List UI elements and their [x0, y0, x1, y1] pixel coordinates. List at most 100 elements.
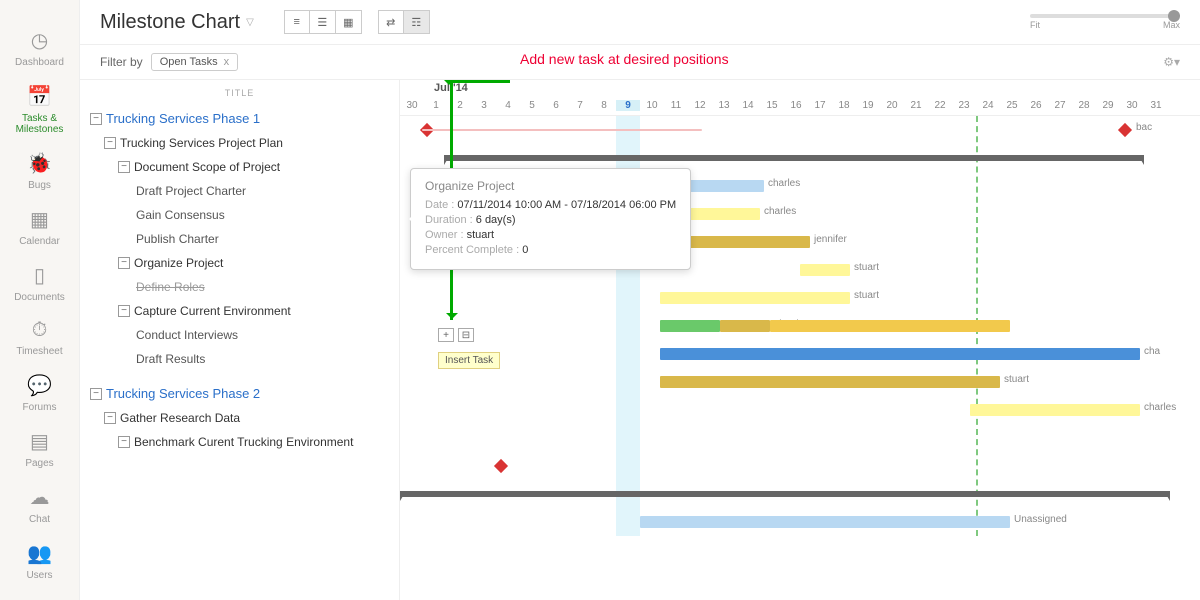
- collapse-toggle-icon[interactable]: −: [90, 113, 102, 125]
- task-row[interactable]: Draft Project Charter: [80, 179, 399, 203]
- task-row[interactable]: −Organize Project: [80, 251, 399, 275]
- day-cell: 12: [688, 100, 712, 111]
- milestone-diamond-icon[interactable]: [1118, 123, 1132, 137]
- view-grid-button[interactable]: ▦: [336, 10, 362, 34]
- day-cell: 19: [856, 100, 880, 111]
- sidebar-item-tasks[interactable]: 📅 Tasks & Milestones: [0, 76, 79, 143]
- gantt-bar[interactable]: [660, 292, 850, 304]
- gantt-bar[interactable]: [770, 320, 1010, 332]
- task-row[interactable]: Define Roles: [80, 275, 399, 299]
- sidebar-item-chat[interactable]: ☁Chat: [0, 477, 79, 533]
- sidebar-item-calendar[interactable]: ▦Calendar: [0, 199, 79, 255]
- day-cell: 30: [1120, 100, 1144, 111]
- sidebar-label: Chat: [29, 514, 50, 525]
- gantt-bar[interactable]: [640, 516, 1010, 528]
- sidebar-item-users[interactable]: 👥Users: [0, 533, 79, 589]
- day-cell: 4: [496, 100, 520, 111]
- task-label: Draft Results: [136, 352, 205, 366]
- gantt-summary-bar[interactable]: [444, 155, 1144, 161]
- collapse-toggle-icon[interactable]: −: [118, 436, 130, 448]
- collapse-toggle-icon[interactable]: −: [118, 305, 130, 317]
- gantt-bar[interactable]: [660, 376, 1000, 388]
- task-label: Gather Research Data: [120, 411, 240, 425]
- task-row[interactable]: −Document Scope of Project: [80, 155, 399, 179]
- gantt-bar-label: charles: [1144, 402, 1176, 413]
- day-cell: 6: [544, 100, 568, 111]
- day-cell: 28: [1072, 100, 1096, 111]
- view-gantt-button[interactable]: ☶: [404, 10, 430, 34]
- task-row[interactable]: −Gather Research Data: [80, 406, 399, 430]
- task-row[interactable]: [80, 371, 399, 381]
- sidebar-label: Tasks & Milestones: [4, 113, 75, 135]
- task-row[interactable]: −Benchmark Curent Trucking Environment: [80, 430, 399, 454]
- gantt-bar[interactable]: [660, 348, 1140, 360]
- task-row[interactable]: Gain Consensus: [80, 203, 399, 227]
- sidebar-item-forums[interactable]: 💬Forums: [0, 365, 79, 421]
- task-row[interactable]: −Trucking Services Phase 1: [80, 106, 399, 131]
- task-label: Draft Project Charter: [136, 184, 246, 198]
- task-row[interactable]: Draft Results: [80, 347, 399, 371]
- insert-task-buttons: + ⊟: [438, 328, 474, 342]
- collapse-toggle-icon[interactable]: −: [104, 137, 116, 149]
- gantt-summary-bar[interactable]: [400, 491, 1170, 497]
- topbar: Milestone Chart ▽ ≡ ☰ ▦ ⇄ ☶ FitMax: [80, 0, 1200, 45]
- task-label: Document Scope of Project: [134, 160, 280, 174]
- sidebar-item-pages[interactable]: ▤ Pages: [0, 421, 79, 477]
- sidebar-item-timesheet[interactable]: ⏱ Timesheet: [0, 311, 79, 365]
- insert-subtask-button[interactable]: ⊟: [458, 328, 474, 342]
- gantt-bar[interactable]: [970, 404, 1140, 416]
- gantt-bar-label: charles: [764, 206, 796, 217]
- tooltip-duration-label: Duration :: [425, 214, 473, 226]
- day-cell: 27: [1048, 100, 1072, 111]
- sidebar-item-documents[interactable]: ▯Documents: [0, 255, 79, 311]
- task-row[interactable]: Publish Charter: [80, 227, 399, 251]
- tasks-icon: 📅: [27, 84, 52, 109]
- filter-chip-remove-icon[interactable]: x: [224, 56, 230, 68]
- filter-chip-text: Open Tasks: [160, 56, 218, 68]
- day-cell: 13: [712, 100, 736, 111]
- zoom-slider[interactable]: FitMax: [1030, 14, 1180, 30]
- sidebar-item-dashboard[interactable]: ◷Dashboard: [0, 20, 79, 76]
- day-cell: 26: [1024, 100, 1048, 111]
- view-compact-button[interactable]: ⇄: [378, 10, 404, 34]
- sidebar-label: Dashboard: [15, 57, 64, 68]
- gantt-bar[interactable]: [800, 264, 850, 276]
- gantt-bar[interactable]: [660, 320, 720, 332]
- day-cell: 21: [904, 100, 928, 111]
- filter-chip[interactable]: Open Tasks x: [151, 53, 238, 71]
- collapse-toggle-icon[interactable]: −: [118, 257, 130, 269]
- task-row[interactable]: −Capture Current Environment: [80, 299, 399, 323]
- task-row[interactable]: Conduct Interviews: [80, 323, 399, 347]
- tooltip-percent-value: 0: [522, 244, 528, 256]
- day-cell: 22: [928, 100, 952, 111]
- collapse-toggle-icon[interactable]: −: [118, 161, 130, 173]
- task-row[interactable]: −Trucking Services Phase 2: [80, 381, 399, 406]
- day-cell: 9: [616, 100, 640, 111]
- pages-icon: ▤: [30, 429, 49, 454]
- gantt-bar-label: stuart: [854, 262, 879, 273]
- view-list-button[interactable]: ≡: [284, 10, 310, 34]
- settings-gear-icon[interactable]: ⚙▾: [1163, 55, 1180, 69]
- milestone-diamond-icon[interactable]: [494, 459, 508, 473]
- sidebar-label: Pages: [25, 458, 53, 469]
- sidebar-label: Timesheet: [16, 346, 62, 357]
- zoom-handle[interactable]: [1168, 10, 1180, 22]
- task-row[interactable]: −Trucking Services Project Plan: [80, 131, 399, 155]
- gantt-bar[interactable]: [720, 320, 770, 332]
- sidebar-label: Forums: [23, 402, 57, 413]
- gantt-bar-label: jennifer: [814, 234, 847, 245]
- timesheet-icon: ⏱: [32, 319, 48, 342]
- day-cell: 14: [736, 100, 760, 111]
- insert-task-button[interactable]: +: [438, 328, 454, 342]
- day-cell: 16: [784, 100, 808, 111]
- sidebar-item-bugs[interactable]: 🐞Bugs: [0, 143, 79, 199]
- view-outline-button[interactable]: ☰: [310, 10, 336, 34]
- day-cell: 1: [424, 100, 448, 111]
- collapse-toggle-icon[interactable]: −: [90, 388, 102, 400]
- day-cell: 20: [880, 100, 904, 111]
- title-dropdown-icon[interactable]: ▽: [246, 17, 254, 28]
- collapse-toggle-icon[interactable]: −: [104, 412, 116, 424]
- filter-bar: Filter by Open Tasks x Add new task at d…: [80, 45, 1200, 80]
- sidebar-label: Users: [26, 570, 52, 581]
- tooltip-duration-value: 6 day(s): [476, 214, 516, 226]
